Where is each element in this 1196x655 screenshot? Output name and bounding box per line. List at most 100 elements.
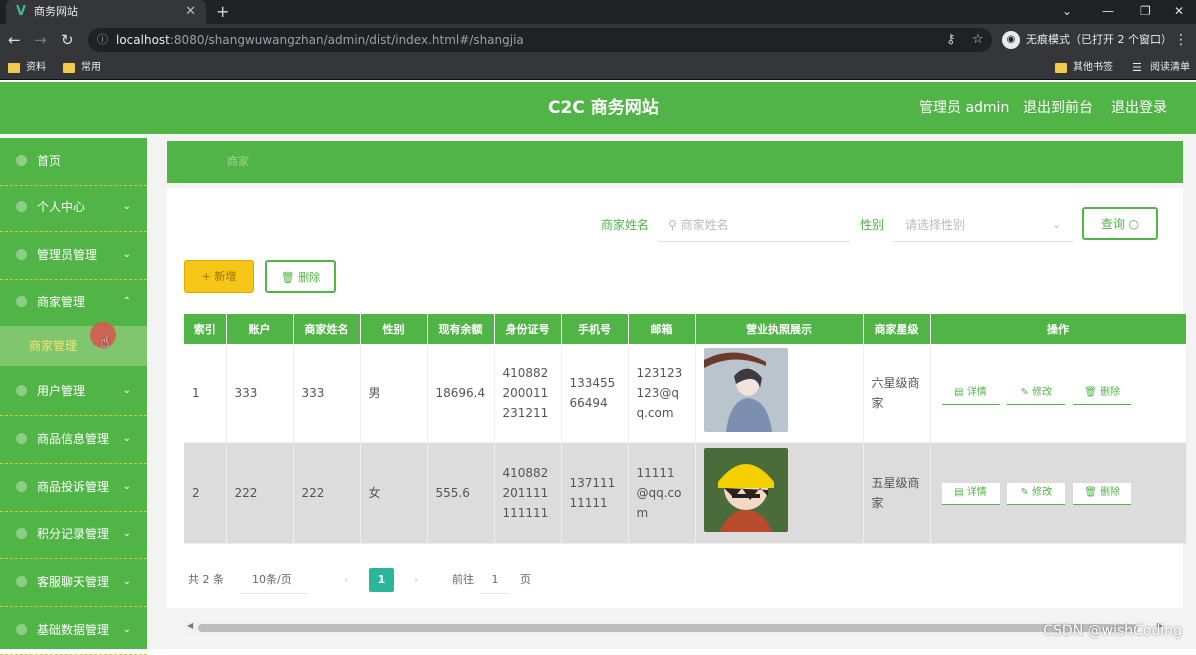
chevron-down-icon: ⌄	[123, 184, 131, 230]
sidebar-item-points[interactable]: 积分记录管理⌄	[0, 511, 147, 559]
site-info-icon[interactable]: ⓘ	[97, 28, 108, 52]
reading-list[interactable]: ☰阅读清单	[1132, 56, 1190, 80]
incognito-icon: ◉	[1002, 31, 1020, 49]
cell-balance: 18696.4	[427, 344, 494, 442]
pagination: 共 2 条 10条/页 ‹ 1 › 前往 1 页	[188, 567, 548, 593]
doc-icon: ▤	[954, 487, 967, 498]
breadcrumb-current[interactable]: 商家	[227, 141, 249, 183]
vue-logo-icon: V	[16, 0, 26, 24]
table-row[interactable]: 1 333 333 男 18696.4 410882200011231211 1…	[184, 344, 1186, 442]
reading-list-label: 阅读清单	[1150, 62, 1190, 73]
exit-to-front-link[interactable]: 退出到前台	[1023, 82, 1093, 134]
license-image[interactable]	[704, 348, 788, 432]
trash-icon: 🗑	[281, 271, 295, 284]
bookmark-label: 常用	[81, 62, 101, 73]
goto-page-input[interactable]: 1	[480, 567, 510, 594]
table-row[interactable]: 2 222 222 女 555.6 410882201111111111 137…	[184, 442, 1186, 543]
chevron-down-icon: ⌄	[123, 464, 131, 510]
detail-button[interactable]: ▤ 详情	[942, 483, 1000, 505]
edit-icon: ✎	[1021, 387, 1033, 398]
user-icon	[16, 201, 27, 212]
sidebar-item-personal[interactable]: 个人中心⌄	[0, 184, 147, 232]
row-delete-button[interactable]: 🗑 删除	[1073, 383, 1131, 405]
incognito-indicator[interactable]: ◉ 无痕模式（已打开 2 个窗口）	[1000, 28, 1172, 52]
edit-button[interactable]: ✎ 修改	[1007, 483, 1065, 505]
row-delete-label: 删除	[1100, 387, 1120, 398]
next-page-icon[interactable]: ›	[414, 567, 418, 593]
row-delete-button[interactable]: 🗑 删除	[1073, 483, 1131, 505]
sidebar: 首页 个人中心⌄ 管理员管理⌄ 商家管理⌃ 商家管理 用户管理⌄ 商品信息管理⌄…	[0, 138, 147, 649]
incognito-text: 无痕模式（已打开 2 个窗口）	[1026, 33, 1172, 46]
sidebar-item-home[interactable]: 首页	[0, 138, 147, 186]
breadcrumb: 商家	[167, 141, 1183, 183]
url-field[interactable]: ⓘ localhost:8080/shangwuwangzhan/admin/d…	[88, 28, 992, 52]
site-title: C2C 商务网站	[548, 82, 659, 134]
query-button[interactable]: 查询 ○	[1082, 207, 1158, 240]
new-tab-button[interactable]: +	[216, 0, 229, 24]
bookmark-folder[interactable]: 资料	[8, 56, 46, 80]
edit-label: 修改	[1032, 487, 1052, 498]
sidebar-item-products[interactable]: 商品信息管理⌄	[0, 416, 147, 464]
tab-search-icon[interactable]: ⌄	[1062, 0, 1072, 24]
menu-kebab-icon[interactable]: ⋮	[1174, 24, 1188, 56]
license-image[interactable]	[704, 448, 788, 532]
query-button-label: 查询	[1101, 217, 1125, 231]
logout-link[interactable]: 退出登录	[1111, 82, 1167, 134]
browser-tab[interactable]: V 商务网站 ✕	[6, 0, 206, 24]
scrollbar-thumb[interactable]	[198, 624, 1138, 632]
sidebar-item-label: 积分记录管理	[37, 527, 109, 541]
sidebar-item-label: 用户管理	[37, 384, 85, 398]
plus-icon: +	[202, 270, 211, 283]
sidebar-subitem-merchant-manage[interactable]: 商家管理	[0, 326, 147, 366]
bookmark-folder[interactable]: 常用	[63, 56, 101, 80]
gender-select-placeholder: 请选择性别	[905, 218, 965, 232]
cell-id-number: 410882201111111111	[494, 442, 561, 543]
reload-icon[interactable]: ↻	[61, 24, 74, 56]
sidebar-item-label: 商家管理	[37, 295, 85, 309]
back-icon[interactable]: ←	[8, 24, 21, 56]
trash-icon: 🗑	[1084, 387, 1100, 398]
search-icon: ○	[1129, 217, 1139, 231]
delete-button[interactable]: 🗑 删除	[265, 260, 336, 293]
trash-icon: 🗑	[1084, 487, 1100, 498]
sidebar-item-admins[interactable]: 管理员管理⌄	[0, 232, 147, 280]
chevron-up-icon: ⌃	[123, 279, 131, 325]
key-icon[interactable]: ⚷	[946, 28, 956, 52]
search-icon: ⚲	[658, 218, 677, 232]
detail-button[interactable]: ▤ 详情	[942, 383, 1000, 405]
sidebar-item-basedata[interactable]: 基础数据管理⌄	[0, 607, 147, 655]
data-icon	[16, 624, 27, 635]
sidebar-item-users[interactable]: 用户管理⌄	[0, 368, 147, 416]
table-horizontal-scrollbar[interactable]: ◀ ▶	[184, 621, 1166, 635]
restore-icon[interactable]: ❐	[1140, 0, 1151, 24]
sidebar-item-complaints[interactable]: 商品投诉管理⌄	[0, 464, 147, 512]
gender-select[interactable]: 请选择性别 ⌄	[893, 208, 1073, 242]
admin-icon	[16, 249, 27, 260]
tab-close-icon[interactable]: ✕	[185, 0, 196, 24]
minimize-icon[interactable]: —	[1102, 0, 1114, 24]
page-size-select[interactable]: 10条/页	[240, 567, 308, 594]
bookmark-star-icon[interactable]: ☆	[972, 28, 984, 52]
cell-id-number: 410882200011231211	[494, 344, 561, 442]
merchant-icon	[16, 296, 27, 307]
scroll-left-icon[interactable]: ◀	[187, 621, 193, 630]
prev-page-icon[interactable]: ‹	[344, 567, 348, 593]
column-header: 商家姓名	[293, 314, 360, 344]
forward-icon[interactable]: →	[34, 24, 47, 56]
sidebar-item-label: 基础数据管理	[37, 623, 109, 637]
goto-prefix: 前往	[452, 567, 474, 593]
name-filter-input[interactable]: ⚲ 商家姓名	[658, 208, 850, 242]
folder-icon	[63, 63, 75, 73]
other-bookmarks[interactable]: 其他书签	[1055, 56, 1113, 80]
cell-index: 2	[184, 442, 226, 543]
sidebar-item-merchants[interactable]: 商家管理 ⌃	[0, 279, 147, 327]
sidebar-item-chat[interactable]: 客服聊天管理⌄	[0, 559, 147, 607]
detail-label: 详情	[967, 487, 987, 498]
window-close-icon[interactable]: ✕	[1174, 0, 1184, 24]
add-button[interactable]: + 新增	[184, 260, 254, 293]
doc-icon: ▤	[954, 387, 967, 398]
sidebar-item-label: 管理员管理	[37, 248, 97, 262]
page-number-current[interactable]: 1	[369, 568, 394, 592]
edit-button[interactable]: ✎ 修改	[1007, 383, 1065, 405]
tab-title: 商务网站	[34, 5, 78, 18]
